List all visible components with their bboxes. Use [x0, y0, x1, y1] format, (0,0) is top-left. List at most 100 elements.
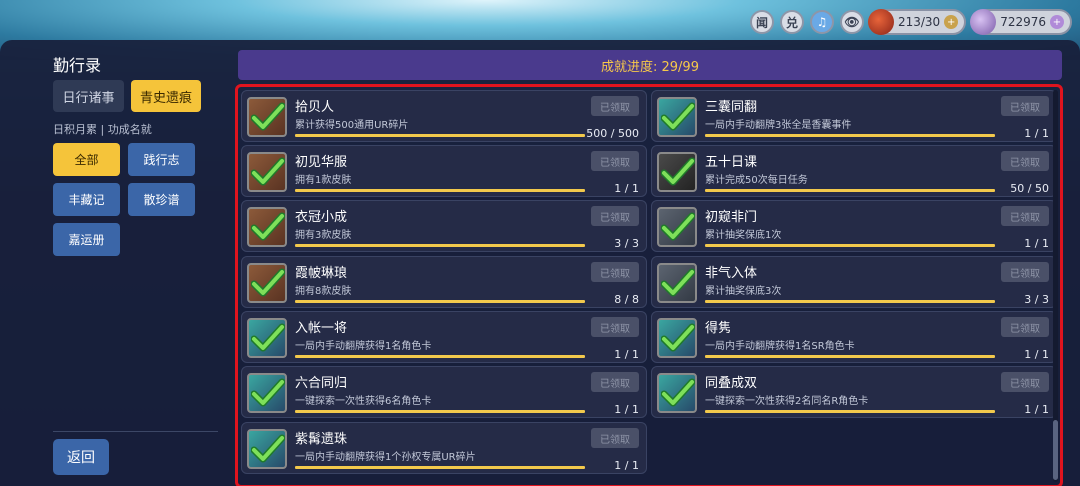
category-fortune[interactable]: 嘉运册: [53, 223, 120, 256]
progress-fill: [705, 410, 995, 413]
add-stamina-button[interactable]: +: [944, 15, 959, 29]
news-icon: 闻: [755, 15, 768, 30]
progress-fill: [295, 189, 585, 192]
claimed-button[interactable]: 已领取: [1001, 317, 1049, 337]
claimed-button[interactable]: 已领取: [1001, 372, 1049, 392]
category-treasure[interactable]: 散珍谱: [128, 183, 195, 216]
achievement-card: 得隽 一局内手动翻牌获得1名SR角色卡 已领取 1 / 1: [651, 311, 1057, 363]
achievement-desc: 一键探索一次性获得2名同名R角色卡: [705, 396, 869, 407]
achievement-thumb: [247, 152, 287, 192]
achievement-desc: 累计完成50次每日任务: [705, 175, 808, 186]
back-button[interactable]: 返回: [53, 439, 109, 475]
check-icon: [661, 268, 695, 297]
achievement-card: 初窥非门 累计抽奖保底1次 已领取 1 / 1: [651, 200, 1057, 252]
achievement-desc: 一键探索一次性获得6名角色卡: [295, 396, 432, 407]
claimed-button[interactable]: 已领取: [591, 372, 639, 392]
progress-bar: [705, 244, 995, 247]
achievement-thumb: [657, 97, 697, 137]
achievement-desc: 累计抽奖保底3次: [705, 286, 782, 297]
progress-bar: [295, 466, 585, 469]
progress-count: 3 / 3: [1024, 293, 1049, 306]
list-scrollbar[interactable]: [1053, 90, 1058, 482]
scroll-thumb[interactable]: [1053, 420, 1058, 480]
achievement-thumb: [657, 263, 697, 303]
achievement-name: 六合同归: [295, 376, 348, 391]
achievement-thumb: [657, 207, 697, 247]
achievement-thumb: [657, 318, 697, 358]
music-icon: ♫: [816, 15, 828, 29]
pearl-value: 722976: [1000, 15, 1046, 29]
progress-header: 成就进度: 29/99: [238, 50, 1062, 80]
category-collection[interactable]: 丰藏记: [53, 183, 120, 216]
check-icon: [661, 323, 695, 352]
progress-fill: [295, 244, 585, 247]
achievement-card: 六合同归一键探索一次性获得6名角色卡 已领取 1 / 1: [241, 366, 647, 418]
claimed-button[interactable]: 已领取: [591, 317, 639, 337]
achievement-thumb: [247, 318, 287, 358]
progress-bar: [295, 355, 585, 358]
check-icon: [251, 323, 285, 352]
progress-count: 1 / 1: [1024, 237, 1049, 250]
achievement-card: 拾贝人 累计获得500通用UR碎片 已领取 500 / 500: [241, 90, 647, 142]
progress-fill: [705, 244, 995, 247]
achievement-card: 衣冠小成拥有3款皮肤 已领取 3 / 3: [241, 200, 647, 252]
add-pearl-button[interactable]: +: [1050, 15, 1064, 29]
achievement-thumb: [247, 97, 287, 137]
progress-count: 3 / 3: [614, 237, 639, 250]
achievement-thumb: [247, 373, 287, 413]
progress-bar: [295, 134, 585, 137]
category-practice[interactable]: 践行志: [128, 143, 195, 176]
achievement-thumb: [657, 152, 697, 192]
tab-daily[interactable]: 日行诸事: [53, 80, 124, 112]
claimed-button[interactable]: 已领取: [591, 262, 639, 282]
progress-fill: [705, 355, 995, 358]
achievement-name: 紫髯遗珠: [295, 432, 348, 447]
achievement-name: 衣冠小成: [295, 210, 348, 225]
check-icon: [661, 212, 695, 241]
progress-bar: [705, 189, 995, 192]
progress-bar: [705, 300, 995, 303]
claimed-button[interactable]: 已领取: [591, 96, 639, 116]
progress-count: 1 / 1: [1024, 348, 1049, 361]
progress-count: 1 / 1: [614, 459, 639, 472]
progress-count: 1 / 1: [614, 403, 639, 416]
claimed-button[interactable]: 已领取: [591, 151, 639, 171]
claimed-button[interactable]: 已领取: [591, 428, 639, 448]
achievement-card: 初见华服 拥有1款皮肤 已领取 1 / 1: [241, 145, 647, 197]
claimed-button[interactable]: 已领取: [1001, 262, 1049, 282]
progress-fill: [295, 134, 585, 137]
achievement-card: 三囊同翻 一局内手动翻牌3张全是香囊事件 已领取 1 / 1: [651, 90, 1057, 142]
achievement-thumb: [247, 207, 287, 247]
sidebar: 勤行录 日行诸事 青史遗痕 日积月累 | 功成名就 全部 践行志 丰藏记 散珍谱…: [0, 40, 228, 486]
claimed-button[interactable]: 已领取: [1001, 96, 1049, 116]
check-icon: [661, 378, 695, 407]
check-icon: [251, 157, 285, 186]
progress-bar: [705, 134, 995, 137]
progress-fill: [705, 300, 995, 303]
tab-history[interactable]: 青史遗痕: [131, 80, 201, 112]
achievement-card: 紫髯遗珠 一局内手动翻牌获得1个孙权专属UR碎片 已领取 1 / 1: [241, 422, 647, 474]
pouch-icon: [867, 9, 894, 35]
achievement-desc: 拥有3款皮肤: [295, 230, 352, 241]
achievement-name: 霞帔琳琅: [295, 266, 348, 281]
claimed-button[interactable]: 已领取: [1001, 206, 1049, 226]
category-all[interactable]: 全部: [53, 143, 120, 176]
achievement-thumb: [247, 263, 287, 303]
check-icon: [251, 212, 285, 241]
progress-bar: [295, 410, 585, 413]
check-icon: [661, 157, 695, 186]
news-button[interactable]: 闻: [749, 10, 774, 34]
progress-fill: [705, 134, 995, 137]
music-button[interactable]: ♫: [809, 10, 834, 34]
eye-button[interactable]: 👁: [839, 10, 864, 34]
claimed-button[interactable]: 已领取: [1001, 151, 1049, 171]
progress-bar: [705, 410, 995, 413]
achievement-card: 五十日课 累计完成50次每日任务 已领取 50 / 50: [651, 145, 1057, 197]
achievement-card: 同叠成双 一键探索一次性获得2名同名R角色卡 已领取 1 / 1: [651, 366, 1057, 418]
achievement-name: 入帐一将: [295, 321, 348, 336]
claimed-button[interactable]: 已领取: [591, 206, 639, 226]
check-icon: [251, 268, 285, 297]
exchange-button[interactable]: 兑: [779, 10, 804, 34]
progress-count: 1 / 1: [1024, 403, 1049, 416]
check-icon: [251, 102, 285, 131]
